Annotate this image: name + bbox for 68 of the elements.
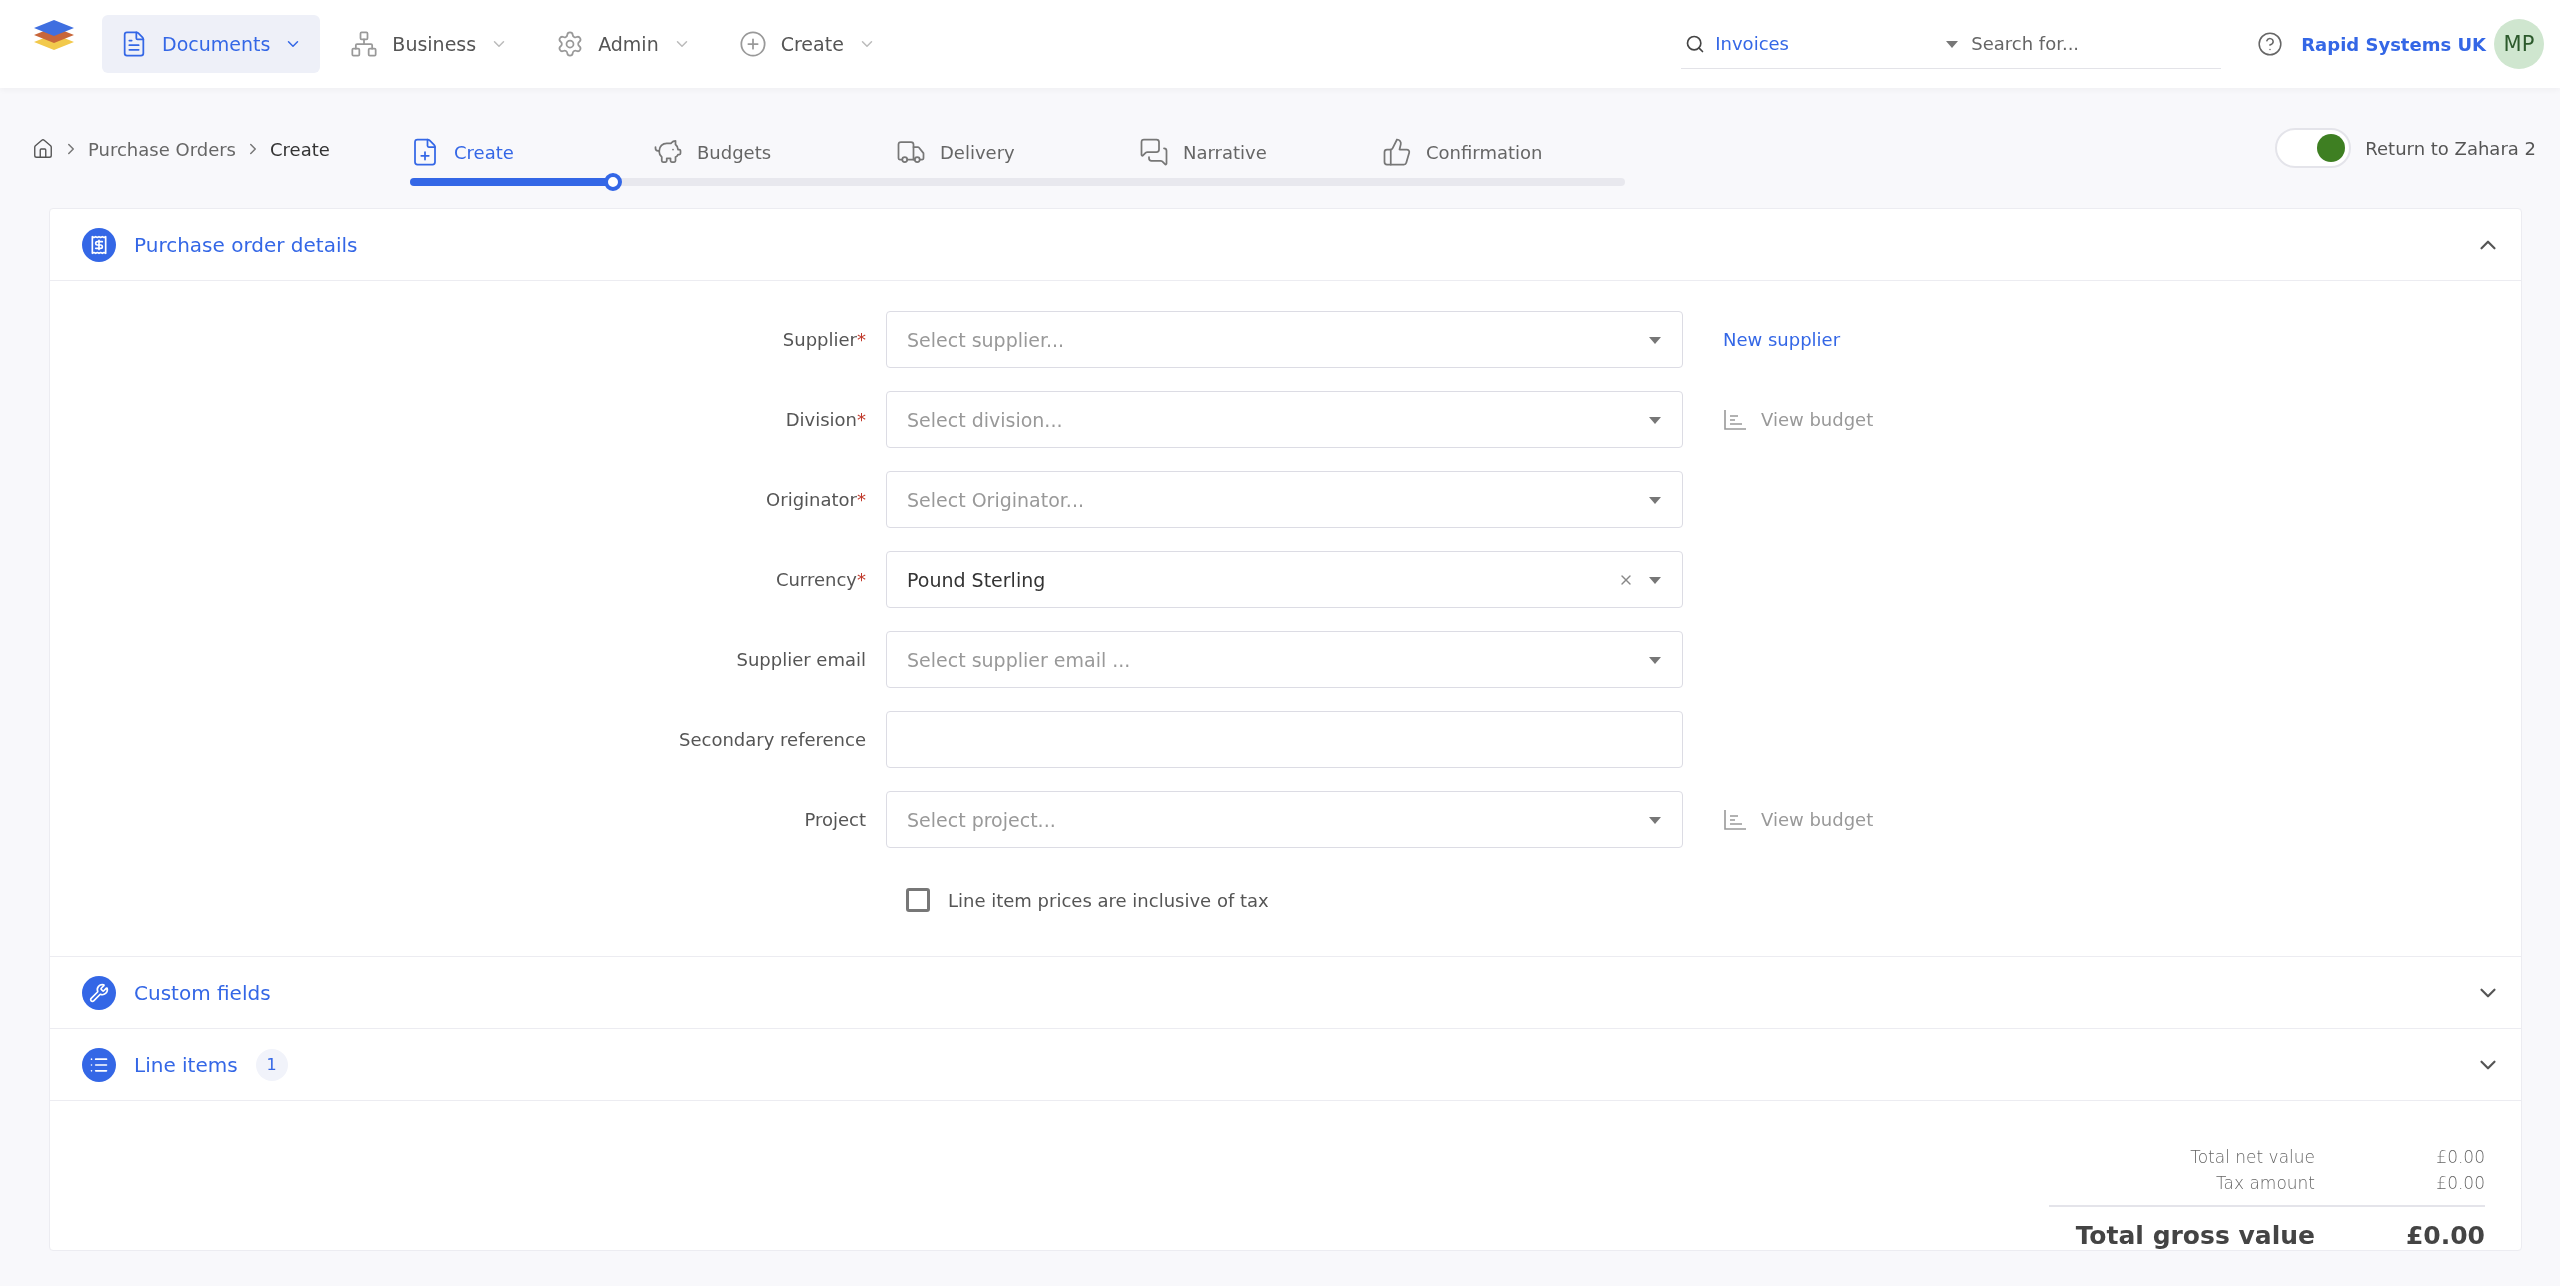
select-field[interactable]: Pound Sterling	[886, 551, 1683, 608]
breadcrumb-link[interactable]: Purchase Orders	[88, 138, 236, 160]
home-icon[interactable]	[32, 138, 54, 160]
section-header[interactable]: Line items 1	[50, 1029, 2521, 1101]
chart-icon	[1723, 808, 1747, 831]
count-badge: 1	[255, 1048, 288, 1081]
company-name[interactable]: Rapid Systems UK	[2301, 33, 2486, 55]
chart-icon	[1723, 408, 1747, 431]
section-title: Custom fields	[134, 980, 271, 1005]
toggle-label: Return to Zahara 2	[2365, 137, 2536, 159]
breadcrumb-link[interactable]: Create	[270, 138, 330, 160]
select-field[interactable]: Select project...	[886, 791, 1683, 848]
caret-icon	[1648, 334, 1662, 345]
field-label: Division*	[784, 409, 867, 430]
total-value: £0.00	[2435, 1173, 2485, 1193]
caret-icon	[1648, 654, 1662, 665]
view-budget-link[interactable]: View budget	[1723, 808, 1874, 831]
network-icon	[350, 30, 379, 58]
nav-menu-item[interactable]: Business	[332, 15, 527, 73]
field-label: Project	[803, 809, 867, 830]
new-supplier-link[interactable]: New supplier	[1723, 329, 1841, 350]
user-avatar[interactable]: MP	[2494, 19, 2544, 69]
view-budget-link[interactable]: View budget	[1723, 408, 1874, 431]
total-label: Tax amount	[2214, 1173, 2315, 1193]
nav-menu-item[interactable]: Admin	[538, 15, 709, 73]
help-icon[interactable]	[2257, 31, 2284, 57]
total-value: £0.00	[2315, 1205, 2485, 1250]
wizard-step[interactable]: Create	[410, 130, 653, 174]
plus-icon	[738, 30, 767, 58]
section-header[interactable]: Purchase order details	[50, 209, 2521, 281]
progress-handle[interactable]	[603, 173, 622, 191]
section-header[interactable]: Custom fields	[50, 957, 2521, 1029]
field-label: Supplier*	[781, 329, 867, 350]
field-label: Supplier email	[735, 649, 867, 670]
chat-icon	[1139, 137, 1169, 167]
field-label: Originator*	[765, 489, 867, 510]
search-scope[interactable]: Invoices	[1715, 33, 1936, 54]
caret-icon	[1648, 494, 1662, 505]
total-label: Total gross value	[2049, 1205, 2315, 1250]
select-field[interactable]: Select supplier...	[886, 311, 1683, 368]
caret-icon	[1945, 38, 1960, 49]
caret-icon	[1648, 814, 1662, 825]
wizard-step[interactable]: Delivery	[896, 130, 1139, 174]
wizard-step[interactable]: Narrative	[1139, 130, 1382, 174]
thumbs-up-icon	[1382, 137, 1412, 167]
toggle-switch[interactable]	[2275, 128, 2352, 168]
nav-menu-item[interactable]: Documents	[102, 15, 321, 73]
wizard-step[interactable]: Confirmation	[1382, 130, 1625, 174]
search-icon	[1685, 33, 1706, 54]
field-label: Currency*	[774, 569, 867, 590]
field-label: Secondary reference	[678, 729, 867, 750]
receipt-icon	[89, 234, 109, 255]
total-value: £0.00	[2435, 1147, 2485, 1167]
section-title: Purchase order details	[134, 232, 358, 257]
nav-menu-item[interactable]: Create	[720, 15, 894, 73]
wizard-step[interactable]: Budgets	[653, 130, 896, 174]
select-field[interactable]: Select supplier email ...	[886, 631, 1683, 688]
select-field[interactable]: Select division...	[886, 391, 1683, 448]
wrench-icon	[89, 982, 109, 1003]
select-field[interactable]: Select Originator...	[886, 471, 1683, 528]
section-title: Line items	[134, 1052, 238, 1077]
total-label: Total net value	[2189, 1147, 2315, 1167]
caret-icon	[1648, 574, 1662, 585]
checkbox-label: Line item prices are inclusive of tax	[948, 889, 1269, 911]
checkbox[interactable]	[906, 888, 930, 912]
input-field[interactable]	[886, 711, 1683, 768]
caret-icon	[1648, 414, 1662, 425]
search-field[interactable]: Invoices Search for...	[1681, 19, 2222, 69]
